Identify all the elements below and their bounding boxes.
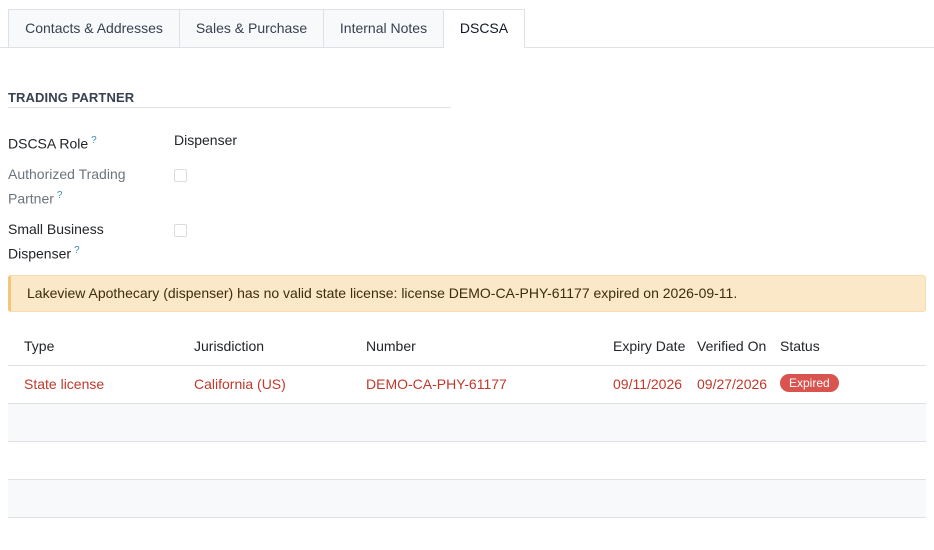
- license-jurisdiction-cell[interactable]: California (US): [194, 376, 286, 392]
- tab-dscsa[interactable]: DSCSA: [443, 9, 525, 48]
- authorized-trading-partner-checkbox[interactable]: [174, 169, 187, 182]
- license-number-cell[interactable]: DEMO-CA-PHY-61177: [366, 376, 507, 392]
- small-business-dispenser-label-line1: Small Business: [8, 221, 104, 237]
- table-row-divider: [8, 365, 926, 366]
- column-header-jurisdiction[interactable]: Jurisdiction: [194, 338, 264, 354]
- empty-table-row: [8, 442, 926, 479]
- help-tooltip-icon[interactable]: ?: [91, 135, 97, 146]
- license-expiry-date-cell[interactable]: 09/11/2026: [613, 376, 682, 392]
- dscsa-role-value[interactable]: Dispenser: [174, 130, 237, 151]
- license-warning-message: Lakeview Apothecary (dispenser) has no v…: [27, 285, 738, 301]
- section-title-trading-partner: TRADING PARTNER: [8, 90, 135, 105]
- tab-sales-purchase[interactable]: Sales & Purchase: [179, 9, 324, 47]
- tab-contacts-addresses[interactable]: Contacts & Addresses: [8, 9, 180, 47]
- empty-table-row: [8, 480, 926, 517]
- dscsa-role-label-text: DSCSA Role: [8, 135, 89, 152]
- authorized-trading-partner-label-line2: Partner: [8, 190, 54, 207]
- column-header-expiry-date[interactable]: Expiry Date: [613, 338, 685, 354]
- small-business-dispenser-checkbox[interactable]: [174, 224, 187, 237]
- authorized-trading-partner-label: Authorized Trading Partner?: [8, 164, 158, 210]
- column-header-type[interactable]: Type: [24, 338, 54, 354]
- dscsa-role-label: DSCSA Role?: [8, 130, 158, 155]
- tab-internal-notes[interactable]: Internal Notes: [323, 9, 444, 47]
- status-badge: Expired: [780, 374, 839, 392]
- empty-table-row: [8, 404, 926, 441]
- column-header-number[interactable]: Number: [366, 338, 416, 354]
- help-tooltip-icon[interactable]: ?: [74, 245, 80, 256]
- authorized-trading-partner-label-line1: Authorized Trading: [8, 166, 126, 182]
- column-header-verified-on[interactable]: Verified On: [697, 338, 766, 354]
- section-divider: [8, 107, 451, 108]
- license-verified-on-cell[interactable]: 09/27/2026: [697, 376, 767, 392]
- small-business-dispenser-label: Small Business Dispenser?: [8, 219, 158, 265]
- column-header-status[interactable]: Status: [780, 338, 820, 354]
- license-type-cell[interactable]: State license: [24, 376, 104, 392]
- table-row-divider: [8, 517, 926, 518]
- small-business-dispenser-label-line2: Dispenser: [8, 245, 72, 262]
- help-tooltip-icon[interactable]: ?: [57, 190, 63, 201]
- license-warning-alert: Lakeview Apothecary (dispenser) has no v…: [8, 275, 926, 312]
- notebook-tabs: Contacts & Addresses Sales & Purchase In…: [0, 0, 934, 48]
